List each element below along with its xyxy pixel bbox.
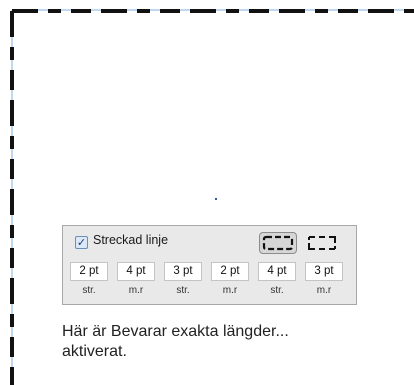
dashed-border-rounded-icon [262,235,294,251]
gap-field-1[interactable]: 4 pt [117,262,155,281]
checkmark-icon: ✓ [76,236,87,249]
dashed-line-checkbox-label[interactable]: Streckad linje [93,233,168,247]
dashed-style-align-button[interactable] [303,232,341,254]
dashed-style-exact-button[interactable] [259,232,297,254]
dash-field-1[interactable]: 2 pt [70,262,108,281]
dash-caption-2: str. [176,285,190,296]
description-text: Här är Bevarar exakta längder... aktiver… [62,322,382,362]
dashed-line-checkbox[interactable]: ✓ [75,236,88,249]
dashed-border-square-icon [308,236,336,250]
dash-field-2[interactable]: 3 pt [164,262,202,281]
dash-caption-1: str. [82,285,96,296]
center-point [215,198,217,200]
dashed-line-panel: ✓ Streckad linje 2 pt 4 pt 3 pt 2 pt 4 p… [62,225,357,305]
panel-header: ✓ Streckad linje [63,226,356,258]
gap-caption-2: m.r [222,285,238,296]
gap-field-2[interactable]: 2 pt [211,262,249,281]
gap-caption-3: m.r [316,285,332,296]
dash-caption-3: str. [270,285,284,296]
gap-caption-1: m.r [128,285,144,296]
dash-gap-fields: 2 pt 4 pt 3 pt 2 pt 4 pt 3 pt [70,262,350,284]
gap-field-3[interactable]: 3 pt [305,262,343,281]
field-captions: str. m.r str. m.r str. m.r [70,285,350,299]
description-line-1: Här är Bevarar exakta längder... [62,323,289,340]
dash-field-3[interactable]: 4 pt [258,262,296,281]
description-line-2: aktiverat. [62,343,127,360]
